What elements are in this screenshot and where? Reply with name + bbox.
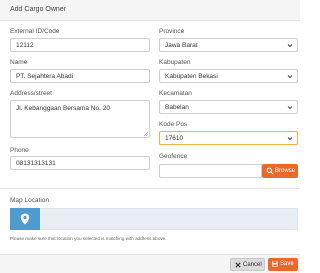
name-input[interactable]: PT. Sejahtera Abadi <box>10 69 150 83</box>
address-label: Address/street <box>10 90 52 97</box>
geofence-input[interactable] <box>159 164 262 178</box>
external-id-label: External ID/Code <box>10 28 60 35</box>
kode-pos-value: 17610 <box>165 135 184 142</box>
phone-value: 08131313131 <box>16 160 56 167</box>
address-value: Jl. Kebanggaan Bersama No. 20 <box>16 105 110 112</box>
save-label: Save <box>280 260 294 267</box>
map-location-label: Map Location <box>10 197 50 204</box>
kabupaten-select[interactable]: Kabupaten Bekasi <box>159 69 298 83</box>
chevron-down-icon <box>287 106 293 110</box>
kode-pos-select[interactable]: 17610 <box>159 131 298 145</box>
geofence-label: Geofence <box>159 153 188 160</box>
cancel-label: Cancel <box>243 261 262 268</box>
resize-grip-icon[interactable] <box>143 131 148 136</box>
name-value: PT. Sejahtera Abadi <box>16 73 74 80</box>
kode-pos-label: Kode Pos <box>159 121 188 128</box>
kecamatan-label: Kecamatan <box>159 90 192 97</box>
kabupaten-label: Kabupaten <box>159 59 191 66</box>
province-value: Jawa Barat <box>165 42 198 49</box>
close-icon <box>235 262 241 268</box>
save-button[interactable]: Save <box>268 258 298 271</box>
map-location-picker[interactable] <box>10 208 298 230</box>
search-icon <box>266 167 274 175</box>
kecamatan-value: Babelan <box>165 104 189 111</box>
kecamatan-select[interactable]: Babelan <box>159 100 298 114</box>
map-marker-button[interactable] <box>10 208 40 230</box>
browse-button[interactable]: Browse <box>262 164 298 178</box>
cancel-button[interactable]: Cancel <box>230 258 265 271</box>
name-label: Name <box>10 59 28 66</box>
map-pin-icon <box>20 213 30 225</box>
modal-header: Add Cargo Owner <box>0 0 300 21</box>
browse-label: Browse <box>275 167 296 174</box>
kabupaten-value: Kabupaten Bekasi <box>165 73 218 80</box>
chevron-down-icon <box>287 137 293 141</box>
section-divider <box>0 188 300 189</box>
map-note: Please make sure that location you selec… <box>10 236 167 241</box>
province-select[interactable]: Jawa Barat <box>159 38 298 52</box>
floppy-disk-icon <box>272 261 278 267</box>
modal-title: Add Cargo Owner <box>10 6 67 13</box>
external-id-value: 12112 <box>16 42 34 49</box>
phone-label: Phone <box>10 147 29 154</box>
chevron-down-icon <box>287 44 293 48</box>
province-label: Province <box>159 28 185 35</box>
chevron-down-icon <box>287 75 293 79</box>
external-id-input[interactable]: 12112 <box>10 38 150 52</box>
address-textarea[interactable]: Jl. Kebanggaan Bersama No. 20 <box>10 100 150 138</box>
phone-input[interactable]: 08131313131 <box>10 156 150 170</box>
